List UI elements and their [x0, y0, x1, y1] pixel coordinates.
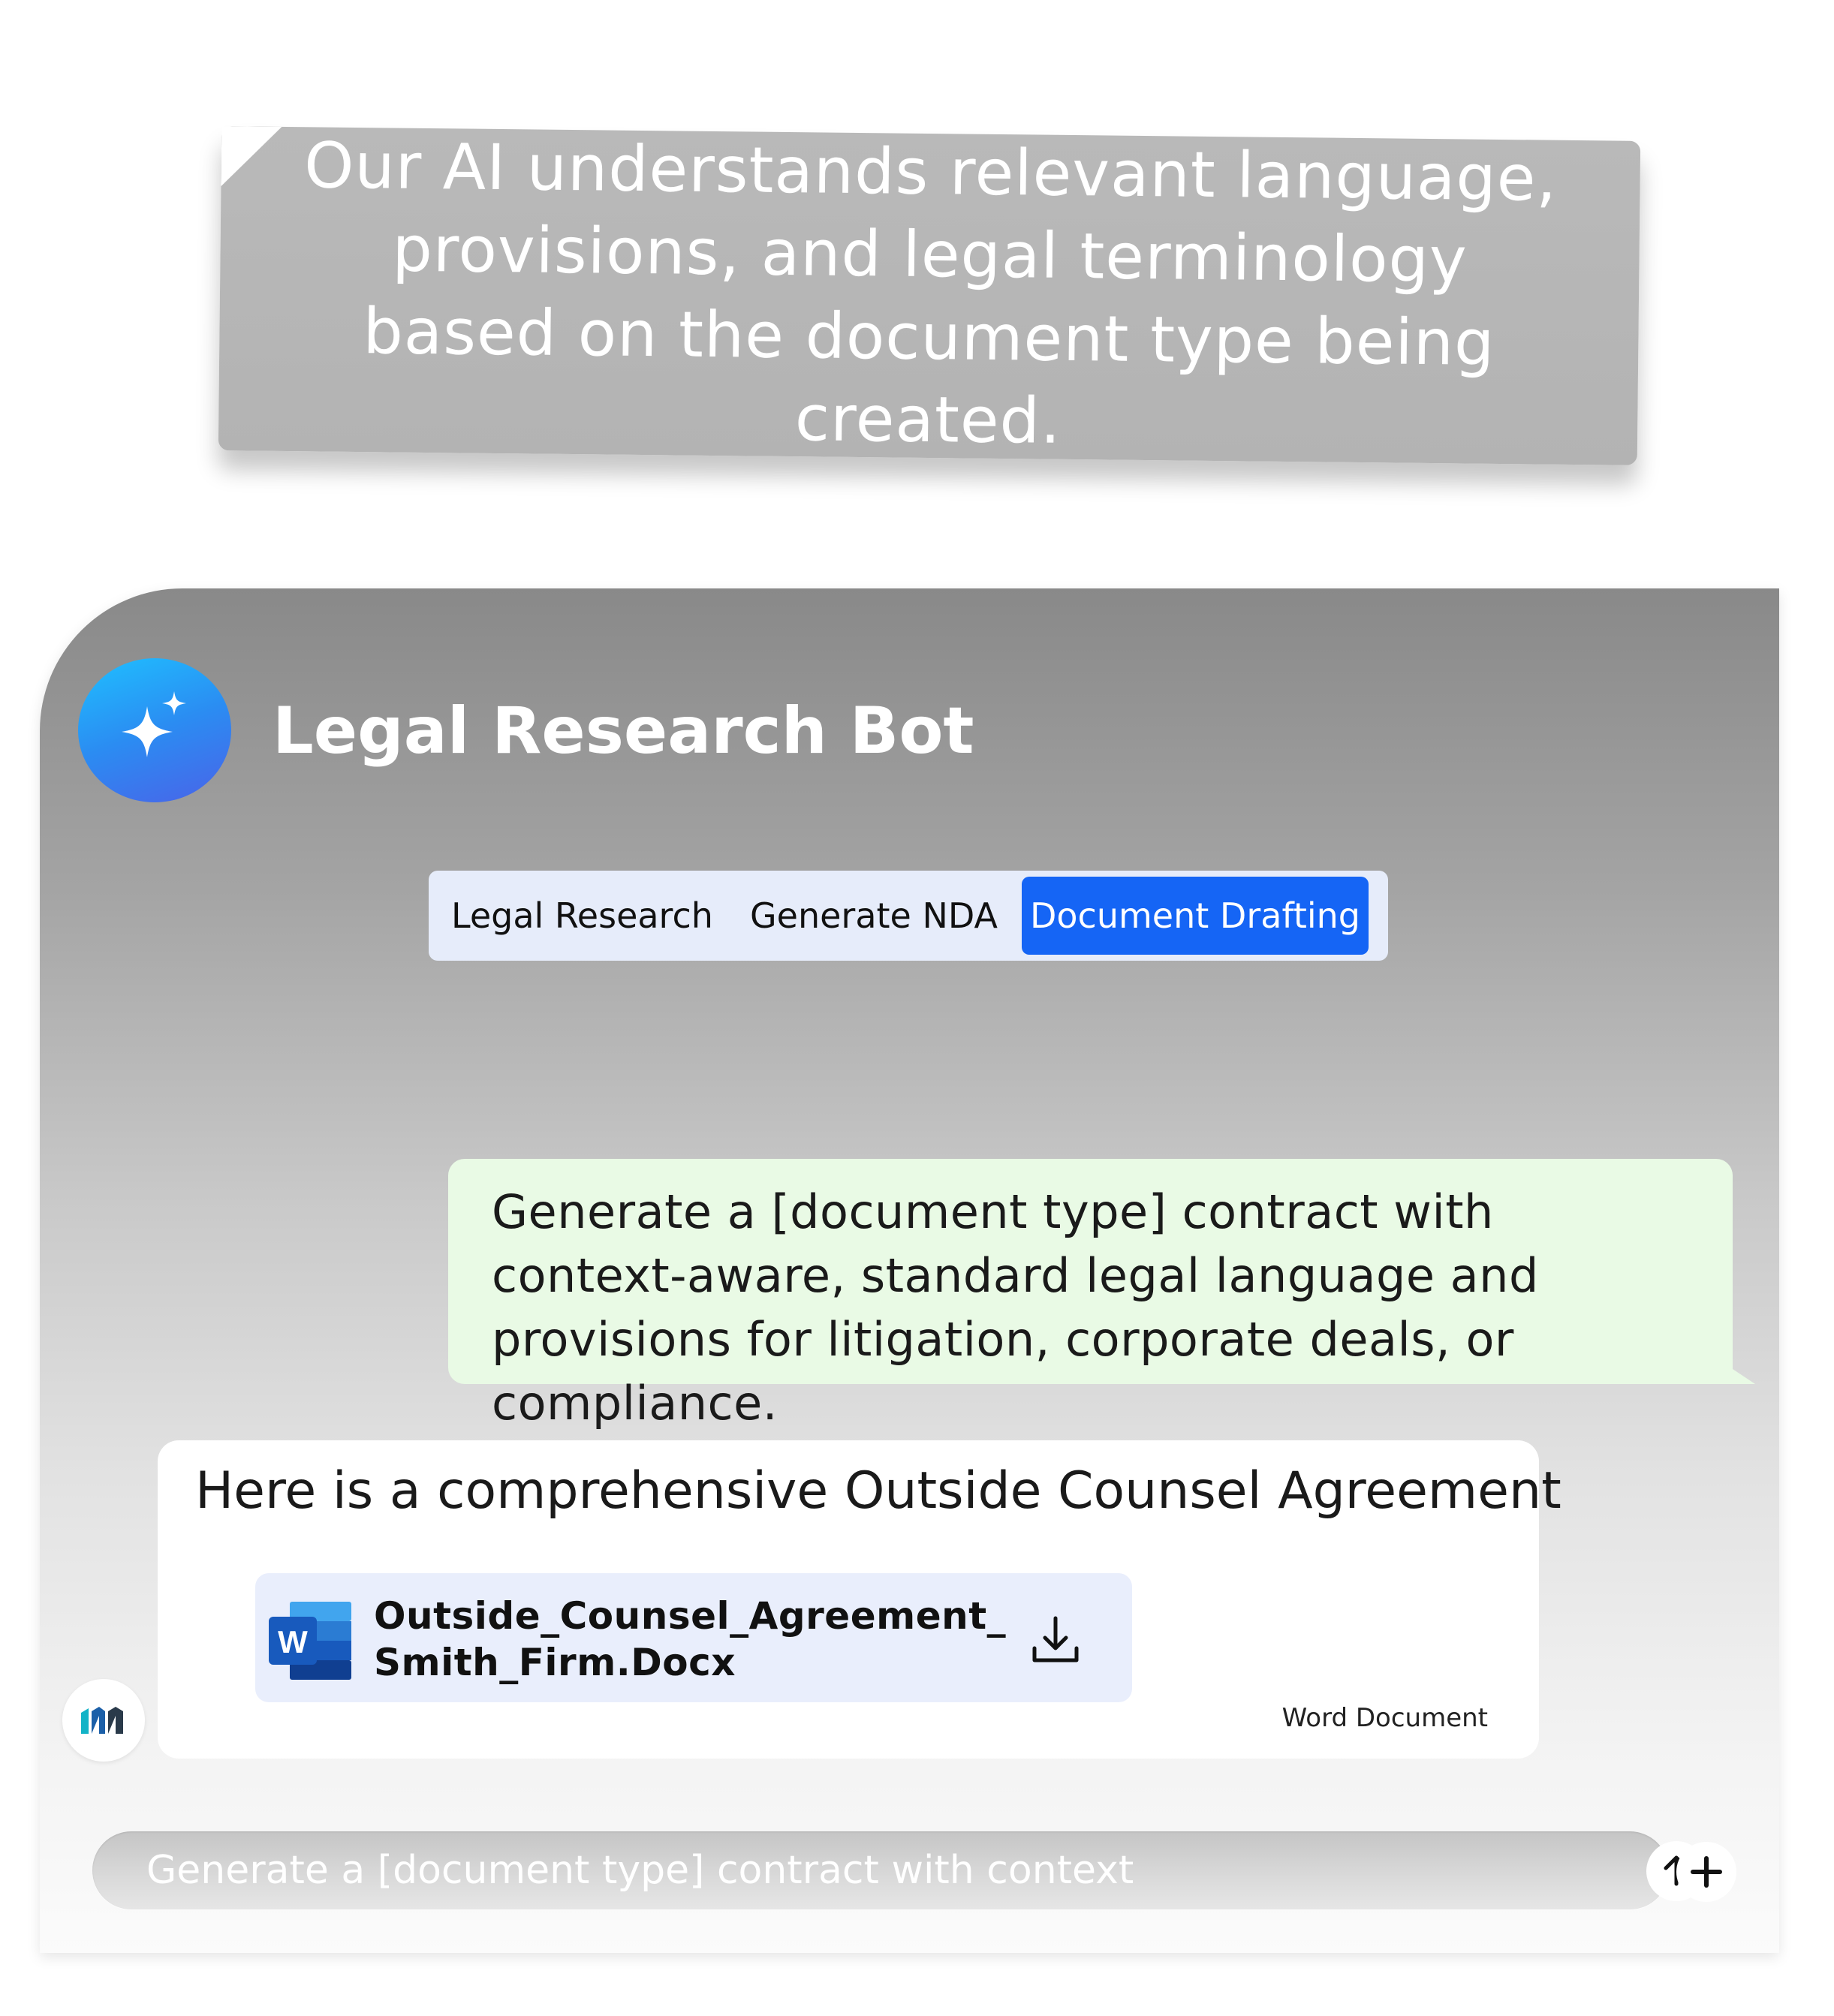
tab-legal-research[interactable]: Legal Research: [451, 877, 713, 955]
brand-logo-icon: [81, 1707, 123, 1734]
caption-text: Our AI understands relevant language, pr…: [303, 128, 1558, 458]
file-name: Outside_Counsel_Agreement_ Smith_Firm.Do…: [374, 1593, 1006, 1686]
sparkle-icon: [122, 691, 186, 757]
file-name-line-2: Smith_Firm.Docx: [374, 1641, 736, 1684]
download-icon[interactable]: [1028, 1614, 1083, 1668]
plus-icon: [1691, 1856, 1722, 1888]
svg-text:W: W: [278, 1624, 308, 1659]
file-name-line-1: Outside_Counsel_Agreement_: [374, 1594, 1007, 1638]
user-message-text: Generate a [document type] contract with…: [492, 1184, 1539, 1431]
chat-panel: Legal Research Bot Legal Research Genera…: [40, 588, 1779, 1953]
file-attachment[interactable]: W Outside_Counsel_Agreement_ Smith_Firm.…: [255, 1573, 1132, 1702]
page: Our AI understands relevant language, pr…: [0, 0, 1834, 2016]
user-message-bubble: Generate a [document type] contract with…: [448, 1159, 1733, 1431]
file-type-label: Word Document: [1281, 1703, 1488, 1733]
mode-tabs: Legal Research Generate NDA Document Dra…: [429, 871, 1388, 961]
add-button[interactable]: [1676, 1842, 1736, 1902]
bot-message-avatar: [62, 1679, 145, 1762]
message-input[interactable]: [92, 1831, 1564, 1909]
tab-generate-nda[interactable]: Generate NDA: [750, 877, 998, 955]
caption-card: Our AI understands relevant language, pr…: [218, 126, 1641, 465]
word-icon: W: [269, 1602, 351, 1680]
bot-message-text: Here is a comprehensive Outside Counsel …: [195, 1461, 1561, 1521]
composer-bar: [92, 1831, 1706, 1909]
bot-title: Legal Research Bot: [273, 694, 974, 769]
bot-avatar: [78, 658, 231, 802]
bot-message-bubble: Here is a comprehensive Outside Counsel …: [158, 1440, 1561, 1759]
tab-document-drafting[interactable]: Document Drafting: [1022, 877, 1369, 955]
